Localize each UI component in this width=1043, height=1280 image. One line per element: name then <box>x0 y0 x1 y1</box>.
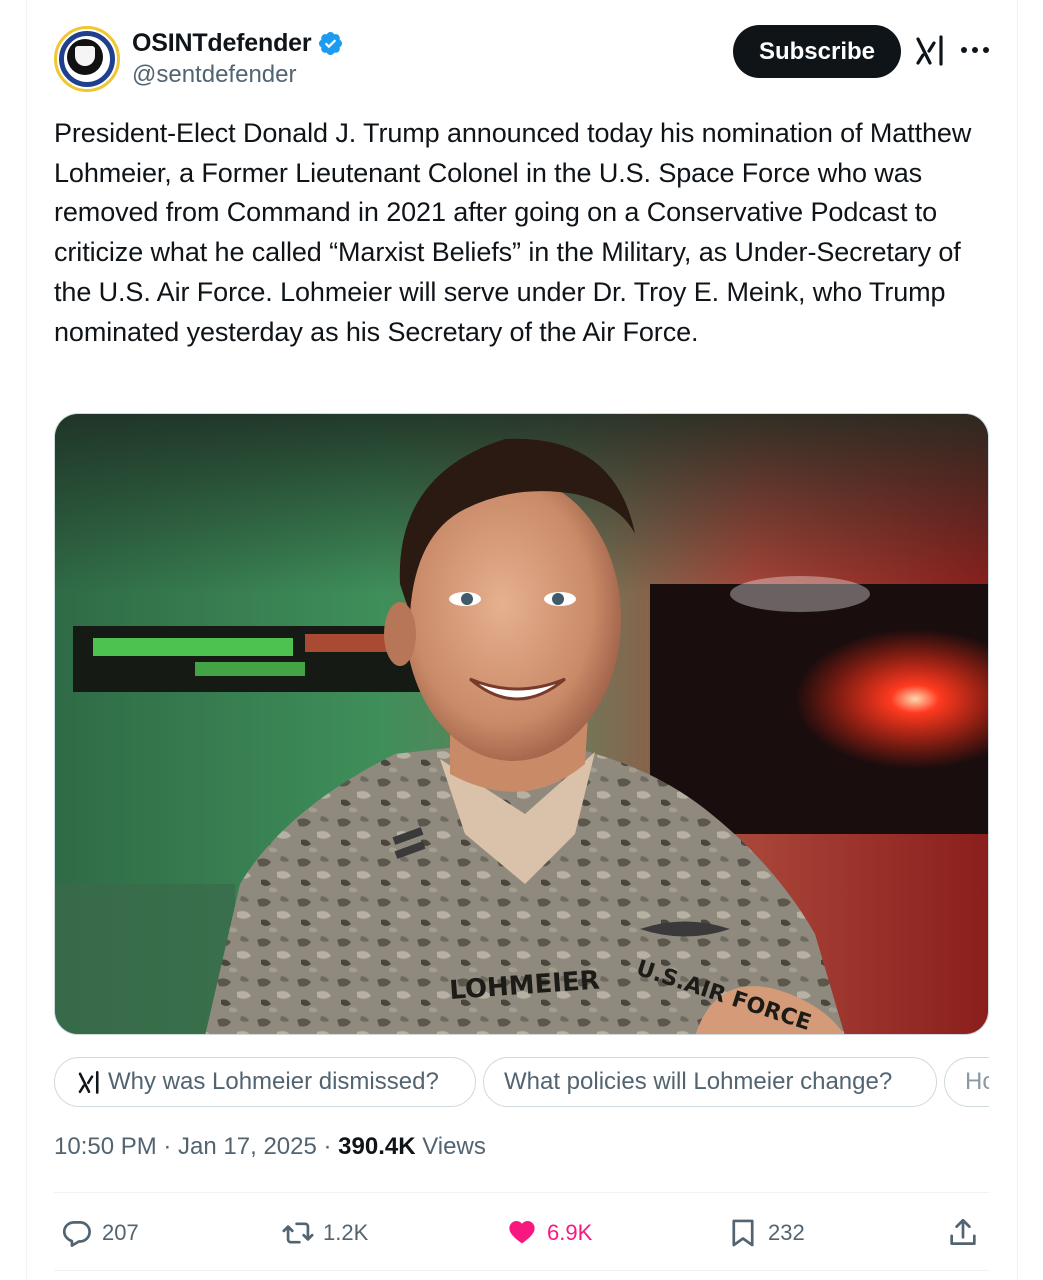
grok-suggestion-chip[interactable]: Ho <box>944 1057 989 1107</box>
bookmark-icon <box>732 1219 754 1247</box>
reply-count: 207 <box>102 1220 139 1245</box>
divider <box>54 1192 989 1193</box>
grok-icon[interactable] <box>914 33 946 67</box>
tweet-photo[interactable]: LOHMEIER U.S.AIR FORCE <box>54 413 989 1035</box>
more-icon[interactable] <box>958 36 992 62</box>
author-handle[interactable]: @sentdefender <box>132 61 296 89</box>
share-icon <box>950 1218 976 1245</box>
author-display-name[interactable]: OSINTdefender <box>132 29 312 58</box>
verified-badge-icon <box>319 31 343 55</box>
like-button[interactable]: 6.9K <box>505 1210 592 1256</box>
grok-suggestion-chip[interactable]: What policies will Lohmeier change? <box>483 1057 937 1107</box>
share-button[interactable] <box>946 1210 980 1256</box>
grok-icon <box>78 1070 99 1094</box>
tweet-meta: 10:50 PM · Jan 17, 2025 · 390.4K Views <box>54 1133 486 1161</box>
repost-count: 1.2K <box>323 1220 369 1245</box>
grok-suggestion-chip[interactable]: Why was Lohmeier dismissed? <box>54 1057 476 1107</box>
views-label: Views <box>422 1133 486 1160</box>
bookmark-button[interactable]: 232 <box>726 1210 805 1256</box>
author-name-row[interactable]: OSINTdefender <box>132 27 344 59</box>
divider <box>54 1270 989 1271</box>
repost-button[interactable]: 1.2K <box>281 1210 368 1256</box>
reply-icon <box>62 1221 91 1247</box>
views-count: 390.4K <box>338 1133 416 1160</box>
like-count: 6.9K <box>547 1220 593 1245</box>
grok-suggestion-label: Why was Lohmeier dismissed? <box>108 1068 439 1095</box>
bookmark-count: 232 <box>768 1220 805 1245</box>
grok-suggestion-label: Ho <box>965 1068 989 1095</box>
tweet-timestamp[interactable]: 10:50 PM · Jan 17, 2025 · <box>54 1133 338 1160</box>
heart-filled-icon <box>509 1220 535 1244</box>
subscribe-button[interactable]: Subscribe <box>733 25 901 78</box>
reply-button[interactable]: 207 <box>60 1210 139 1256</box>
tweet-text: President-Elect Donald J. Trump announce… <box>54 118 972 347</box>
repost-icon <box>282 1222 314 1244</box>
grok-suggestions: Why was Lohmeier dismissed? What policie… <box>54 1057 989 1107</box>
photo-illustration: LOHMEIER U.S.AIR FORCE <box>55 414 988 1034</box>
avatar[interactable] <box>54 26 120 92</box>
tweet-actions: 207 1.2K 6.9K 232 <box>54 1210 989 1256</box>
grok-suggestion-label: What policies will Lohmeier change? <box>504 1068 893 1095</box>
